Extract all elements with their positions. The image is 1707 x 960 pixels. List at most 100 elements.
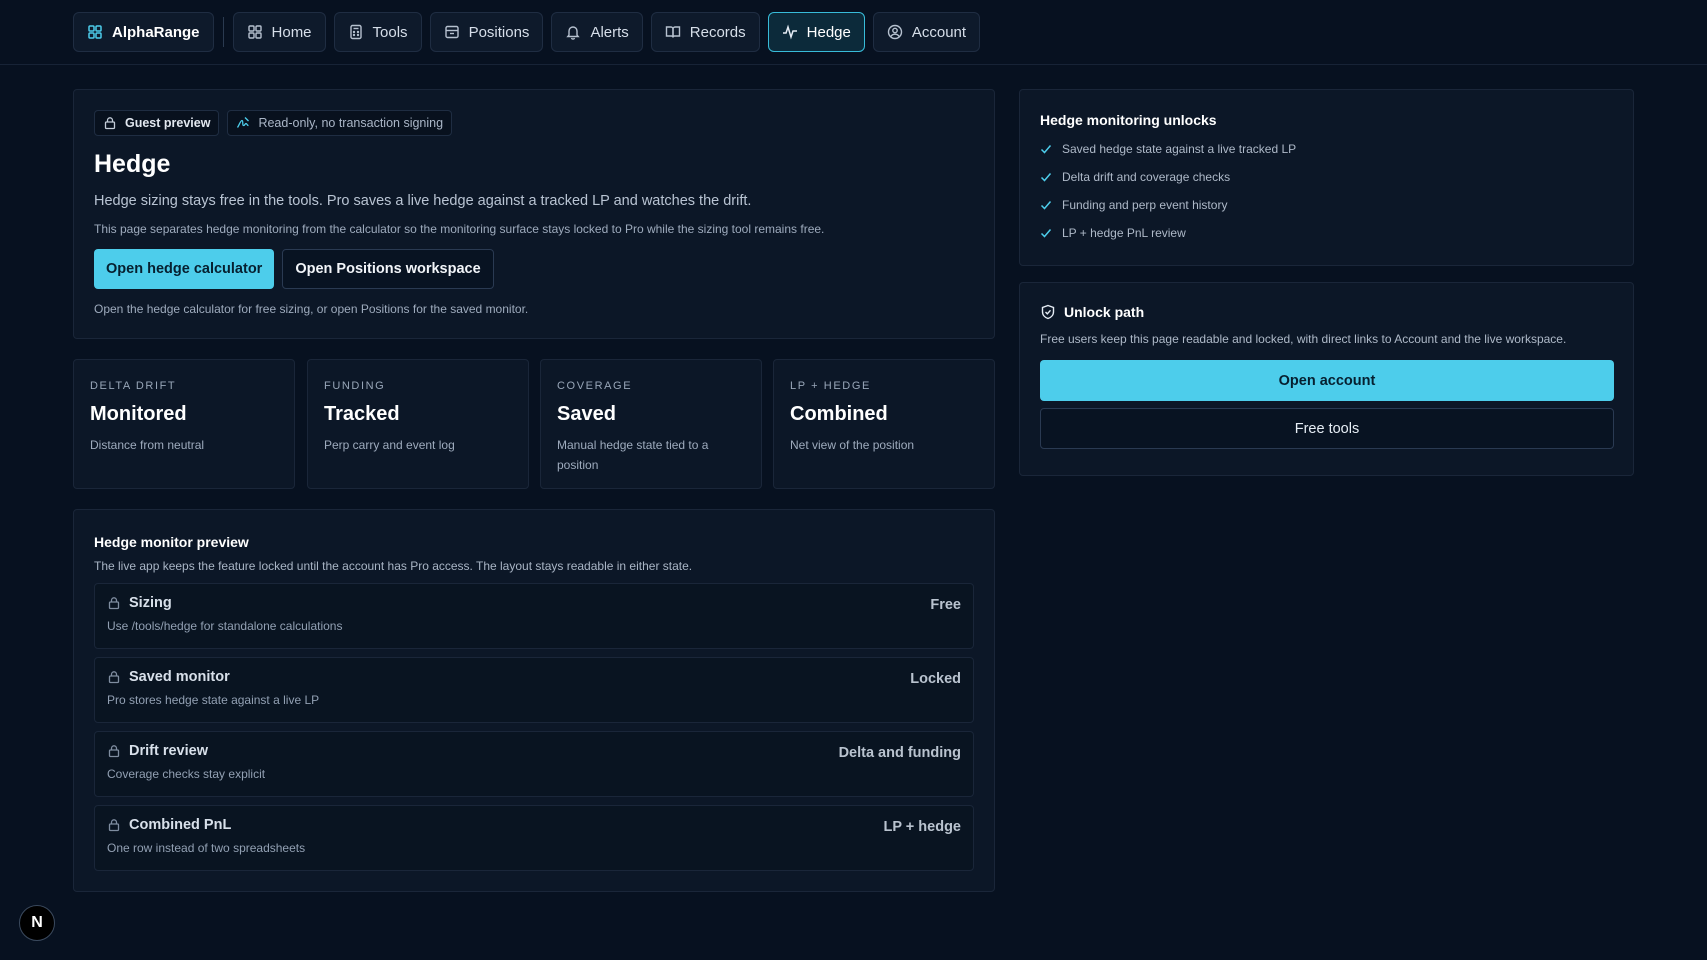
unlock-path-desc: Free users keep this page readable and l… — [1040, 332, 1567, 346]
row-title: Combined PnL — [129, 817, 232, 833]
nav-positions[interactable]: Positions — [429, 12, 544, 52]
check-icon — [1040, 143, 1052, 155]
nav-account-label: Account — [911, 23, 967, 41]
hero-actions: Open hedge calculator Open Positions wor… — [94, 249, 974, 289]
guest-preview-badge: Guest preview — [94, 110, 220, 136]
brand-button[interactable]: AlphaRange — [73, 12, 214, 52]
monitor-desc: The live app keeps the feature locked un… — [94, 559, 693, 573]
nav-alerts-label: Alerts — [590, 23, 629, 41]
monitor-row-saved-monitor: Saved monitor Pro stores hedge state aga… — [94, 657, 974, 723]
monitor-row-combined-pnl: Combined PnL One row instead of two spre… — [94, 805, 974, 871]
stat-key: FUNDING — [324, 380, 386, 392]
lock-icon — [107, 744, 121, 758]
list-item: LP + hedge PnL review — [1040, 219, 1613, 247]
monitor-row-sizing: Sizing Use /tools/hedge for standalone c… — [94, 583, 974, 649]
open-hedge-calculator-button[interactable]: Open hedge calculator — [94, 249, 275, 289]
hedge-monitoring-unlocks-panel: Hedge monitoring unlocks Saved hedge sta… — [1019, 89, 1634, 266]
badge-row: Guest preview Read-only, no transaction … — [94, 110, 974, 136]
row-title: Saved monitor — [129, 669, 230, 685]
row-status: LP + hedge — [883, 819, 962, 835]
list-item-label: LP + hedge PnL review — [1062, 226, 1186, 240]
hero-note: Open the hedge calculator for free sizin… — [94, 302, 529, 316]
unlocks-list: Saved hedge state against a live tracked… — [1040, 135, 1613, 247]
nav-home[interactable]: Home — [232, 12, 326, 52]
monitor-title: Hedge monitor preview — [94, 534, 249, 550]
open-positions-workspace-button[interactable]: Open Positions workspace — [282, 249, 494, 289]
guest-preview-label: Guest preview — [125, 116, 211, 130]
page-title: Hedge — [94, 150, 171, 178]
row-desc: One row instead of two spreadsheets — [107, 841, 306, 855]
nav-tools[interactable]: Tools — [333, 12, 422, 52]
unlock-path-heading: Unlock path — [1040, 304, 1613, 320]
nav-hedge-label: Hedge — [806, 23, 851, 41]
signature-icon — [236, 116, 250, 130]
check-icon — [1040, 227, 1052, 239]
row-title: Drift review — [129, 743, 208, 759]
dashboard-grid-icon — [87, 24, 103, 40]
row-desc: Use /tools/hedge for standalone calculat… — [107, 619, 343, 633]
bell-icon — [565, 24, 581, 40]
unlocks-title: Hedge monitoring unlocks — [1040, 112, 1217, 128]
archive-icon — [444, 24, 460, 40]
nav-account[interactable]: Account — [872, 12, 981, 52]
nav-home-label: Home — [271, 23, 312, 41]
activity-icon — [782, 24, 798, 40]
stat-value: Saved — [557, 403, 616, 425]
check-icon — [1040, 171, 1052, 183]
hero-panel: Guest preview Read-only, no transaction … — [73, 89, 995, 339]
row-desc: Pro stores hedge state against a live LP — [107, 693, 320, 707]
lock-icon — [107, 818, 121, 832]
nav-records[interactable]: Records — [650, 12, 760, 52]
top-navigation-bar: AlphaRange Home Tools Positions Alerts R… — [0, 0, 1707, 65]
list-item-label: Saved hedge state against a live tracked… — [1062, 142, 1297, 156]
read-only-label: Read-only, no transaction signing — [258, 116, 444, 130]
row-title: Sizing — [129, 595, 172, 611]
monitor-row-drift-review: Drift review Coverage checks stay explic… — [94, 731, 974, 797]
grid-icon — [247, 24, 263, 40]
stat-value: Monitored — [90, 403, 187, 425]
nav-hedge[interactable]: Hedge — [767, 12, 865, 52]
stat-value: Tracked — [324, 403, 400, 425]
stat-desc: Distance from neutral — [90, 438, 205, 452]
row-status: Locked — [910, 671, 961, 687]
list-item-label: Delta drift and coverage checks — [1062, 170, 1231, 184]
stat-card-lp-hedge: LP + HEDGE Combined Net view of the posi… — [773, 359, 995, 489]
stat-card-delta-drift: DELTA DRIFT Monitored Distance from neut… — [73, 359, 295, 489]
nav-records-label: Records — [689, 23, 746, 41]
list-item: Delta drift and coverage checks — [1040, 163, 1613, 191]
read-only-badge: Read-only, no transaction signing — [227, 110, 453, 136]
nav-alerts[interactable]: Alerts — [551, 12, 643, 52]
check-icon — [1040, 199, 1052, 211]
unlock-path-title: Unlock path — [1064, 304, 1145, 320]
stat-card-coverage: COVERAGE Saved Manual hedge state tied t… — [540, 359, 762, 489]
list-item: Saved hedge state against a live tracked… — [1040, 135, 1613, 163]
nav-divider — [222, 17, 224, 47]
stat-value: Combined — [790, 403, 888, 425]
stat-key: DELTA DRIFT — [90, 380, 177, 392]
row-desc: Coverage checks stay explicit — [107, 767, 266, 781]
book-open-icon — [665, 24, 681, 40]
nav-tools-label: Tools — [372, 23, 408, 41]
user-circle-icon — [887, 24, 903, 40]
dev-tools-badge[interactable]: N — [19, 905, 55, 941]
brand-label: AlphaRange — [112, 23, 200, 41]
list-item: Funding and perp event history — [1040, 191, 1613, 219]
hedge-monitor-preview-panel: Hedge monitor preview The live app keeps… — [73, 509, 995, 892]
lock-icon — [103, 116, 117, 130]
nav-positions-label: Positions — [468, 23, 530, 41]
open-account-button[interactable]: Open account — [1040, 360, 1614, 401]
unlock-path-panel: Unlock path Free users keep this page re… — [1019, 282, 1634, 476]
free-tools-button[interactable]: Free tools — [1040, 408, 1614, 449]
stat-desc: Perp carry and event log — [324, 438, 455, 452]
lock-icon — [107, 596, 121, 610]
stat-desc: Net view of the position — [790, 438, 915, 452]
lock-icon — [107, 670, 121, 684]
calculator-icon — [348, 24, 364, 40]
list-item-label: Funding and perp event history — [1062, 198, 1228, 212]
hero-subtext: This page separates hedge monitoring fro… — [94, 222, 825, 236]
shield-check-icon — [1040, 304, 1056, 320]
stat-card-funding: FUNDING Tracked Perp carry and event log — [307, 359, 529, 489]
stat-key: COVERAGE — [557, 380, 633, 392]
stat-desc: Manual hedge state tied to a position — [557, 438, 709, 472]
stat-key: LP + HEDGE — [790, 380, 871, 392]
